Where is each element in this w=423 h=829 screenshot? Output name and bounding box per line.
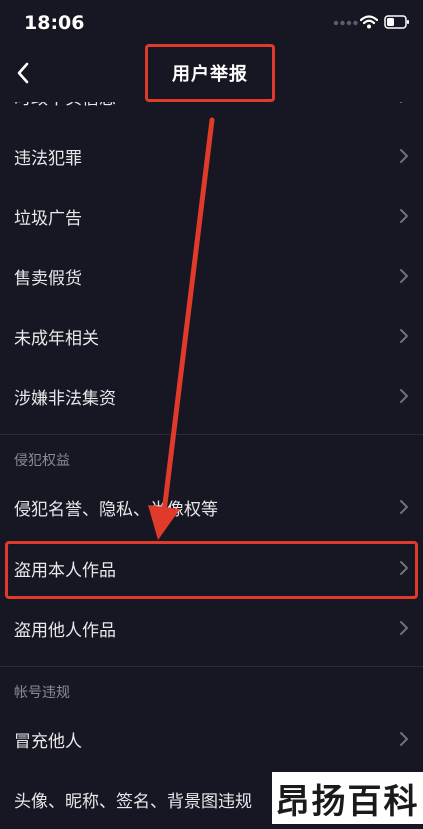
chevron-left-icon bbox=[17, 62, 29, 84]
list-item[interactable]: 冒充他人 bbox=[0, 709, 423, 769]
chevron-right-icon bbox=[400, 389, 408, 403]
chevron-right-icon bbox=[400, 561, 408, 575]
list-item-label: 未成年相关 bbox=[14, 328, 99, 349]
list-item-label: 垃圾广告 bbox=[14, 208, 82, 229]
section-header-account: 帐号违规 bbox=[14, 685, 70, 701]
list-item-label: 头像、昵称、签名、背景图违规 bbox=[14, 791, 252, 812]
signal-icon bbox=[333, 20, 358, 26]
section-header-infringement: 侵犯权益 bbox=[14, 453, 70, 469]
chevron-right-icon bbox=[400, 621, 408, 635]
list-item-label: 盗用本人作品 bbox=[14, 560, 116, 581]
chevron-right-icon bbox=[400, 732, 408, 746]
page-title: 用户举报 bbox=[172, 64, 248, 85]
nav-bar: 用户举报 bbox=[0, 44, 423, 102]
chevron-right-icon bbox=[400, 500, 408, 514]
status-bar: 18:06 bbox=[0, 0, 423, 46]
back-button[interactable] bbox=[8, 58, 38, 88]
section-divider bbox=[0, 434, 423, 435]
watermark: 昂扬百科 bbox=[272, 772, 423, 824]
chevron-right-icon bbox=[400, 209, 408, 223]
list-item-steal-own-work[interactable]: 盗用本人作品 bbox=[0, 538, 423, 598]
watermark-text: 昂扬百科 bbox=[275, 781, 420, 822]
list-item[interactable]: 未成年相关 bbox=[0, 306, 423, 366]
chevron-right-icon bbox=[400, 269, 408, 283]
list-item[interactable]: 侵犯名誉、隐私、肖像权等 bbox=[0, 477, 423, 537]
list-item-label: 冒充他人 bbox=[14, 731, 82, 752]
battery-icon bbox=[384, 15, 409, 29]
section-divider bbox=[0, 666, 423, 667]
list-item-label: 违法犯罪 bbox=[14, 148, 82, 169]
list-item-label: 售卖假货 bbox=[14, 268, 82, 289]
list-item[interactable]: 违法犯罪 bbox=[0, 126, 423, 186]
list-item-label: 涉嫌非法集资 bbox=[14, 388, 116, 409]
chevron-right-icon bbox=[400, 149, 408, 163]
list-item[interactable]: 垃圾广告 bbox=[0, 186, 423, 246]
list-item-label: 盗用他人作品 bbox=[14, 620, 116, 641]
list-item-label: 侵犯名誉、隐私、肖像权等 bbox=[14, 499, 218, 520]
wifi-icon bbox=[360, 15, 378, 29]
list-item[interactable]: 盗用他人作品 bbox=[0, 598, 423, 658]
list-item[interactable]: 涉嫌非法集资 bbox=[0, 366, 423, 426]
title-annotation-box: 用户举报 bbox=[145, 44, 275, 102]
status-time: 18:06 bbox=[24, 12, 85, 34]
list-item[interactable]: 售卖假货 bbox=[0, 246, 423, 306]
chevron-right-icon bbox=[400, 329, 408, 343]
